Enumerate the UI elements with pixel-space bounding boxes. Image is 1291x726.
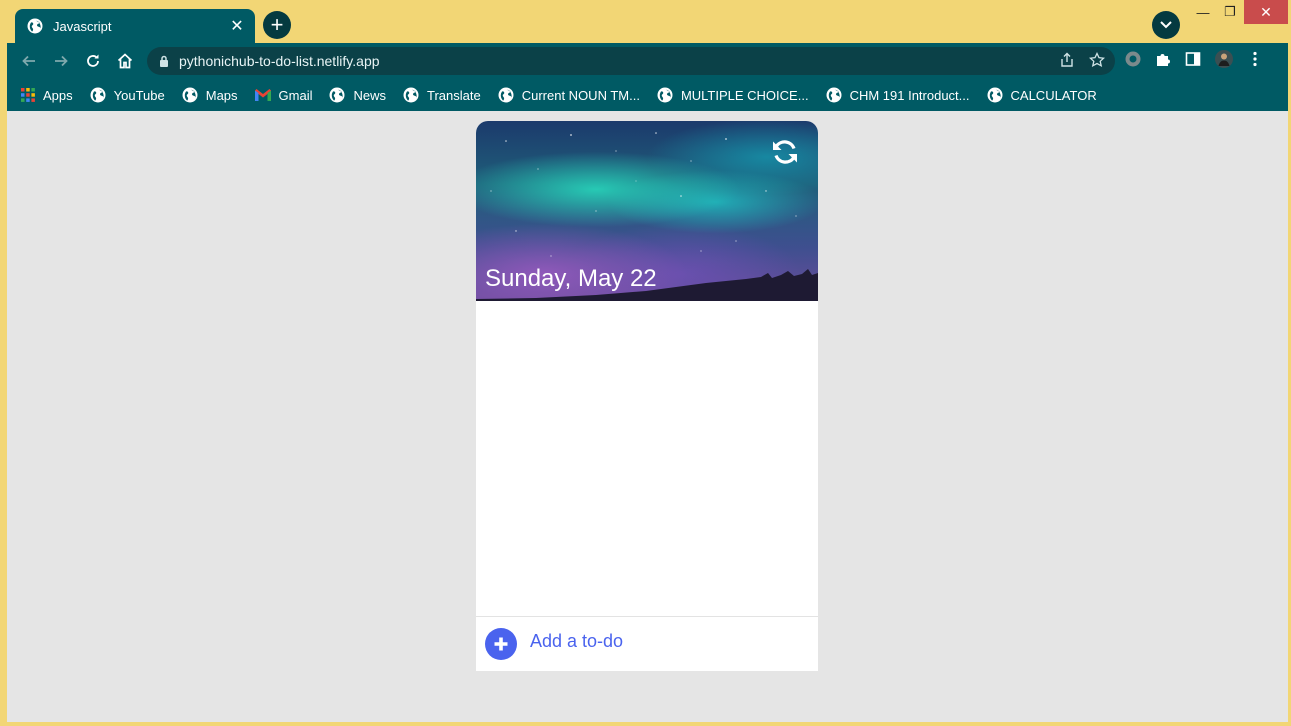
- globe-icon: [403, 87, 419, 103]
- globe-icon: [329, 87, 345, 103]
- arrow-right-icon: [55, 55, 68, 67]
- bookmark-label: MULTIPLE CHOICE...: [680, 87, 809, 103]
- home-button[interactable]: [109, 45, 141, 77]
- bookmarks-bar: Apps YouTube Maps Gmail News Translate C…: [7, 79, 1288, 111]
- tab-javascript[interactable]: Javascript ✕: [15, 9, 255, 43]
- extension-circle-icon[interactable]: [1124, 50, 1142, 68]
- reload-icon: [87, 54, 99, 67]
- globe-icon: [498, 87, 514, 103]
- bookmark-label: News: [353, 87, 386, 103]
- bookmark-multiple-choice[interactable]: MULTIPLE CHOICE...: [657, 87, 809, 103]
- bookmark-apps[interactable]: Apps: [21, 88, 73, 103]
- chevron-down-icon: [1160, 21, 1172, 29]
- globe-icon: [657, 87, 673, 103]
- add-todo-button[interactable]: [485, 628, 517, 660]
- bookmark-news[interactable]: News: [329, 87, 386, 103]
- bookmark-maps[interactable]: Maps: [182, 87, 238, 103]
- bookmark-label: CHM 191 Introduct...: [849, 87, 970, 103]
- bookmark-translate[interactable]: Translate: [403, 87, 481, 103]
- apps-grid-icon: [21, 88, 35, 102]
- globe-icon: [90, 87, 106, 103]
- plus-icon: [494, 637, 508, 651]
- new-tab-button[interactable]: +: [263, 11, 291, 39]
- back-button[interactable]: [13, 45, 45, 77]
- forward-button[interactable]: [45, 45, 77, 77]
- bookmark-label: YouTube: [113, 87, 165, 103]
- todo-list: [476, 301, 818, 616]
- share-icon[interactable]: [1059, 52, 1075, 68]
- tab-search-button[interactable]: [1152, 11, 1180, 39]
- bookmark-chm191[interactable]: CHM 191 Introduct...: [826, 87, 970, 103]
- browser-window: Javascript ✕ + — ❐ ✕ pythonichub-to-do-l…: [7, 0, 1288, 722]
- window-close-button[interactable]: ✕: [1244, 0, 1288, 24]
- add-todo-row: Add a to-do: [476, 616, 818, 671]
- bookmark-label: Translate: [427, 87, 481, 103]
- bookmark-label: Apps: [43, 87, 73, 103]
- globe-icon: [182, 87, 198, 103]
- refresh-icon[interactable]: [770, 137, 800, 167]
- globe-icon: [826, 87, 842, 103]
- reload-button[interactable]: [77, 45, 109, 77]
- star-icon[interactable]: [1089, 52, 1105, 68]
- url-text: pythonichub-to-do-list.netlify.app: [179, 53, 380, 69]
- add-todo-label[interactable]: Add a to-do: [530, 631, 623, 652]
- globe-icon: [27, 18, 43, 34]
- bookmark-label: CALCULATOR: [1010, 87, 1097, 103]
- todo-card: Sunday, May 22 Add a to-do: [476, 121, 818, 671]
- bookmark-label: Current NOUN TM...: [521, 87, 640, 103]
- bookmark-label: Maps: [205, 87, 238, 103]
- tab-close-button[interactable]: ✕: [229, 16, 245, 36]
- profile-avatar-icon[interactable]: [1214, 49, 1234, 69]
- bookmark-gmail[interactable]: Gmail: [254, 87, 313, 103]
- side-panel-icon[interactable]: [1184, 50, 1202, 68]
- home-icon: [117, 53, 133, 69]
- page-viewport: Sunday, May 22 Add a to-do: [7, 111, 1288, 722]
- gmail-icon: [254, 89, 271, 101]
- bookmark-youtube[interactable]: YouTube: [90, 87, 165, 103]
- bookmark-label: Gmail: [278, 87, 313, 103]
- header-image: Sunday, May 22: [476, 121, 818, 301]
- extension-area: [1124, 49, 1264, 69]
- bookmark-calculator[interactable]: CALCULATOR: [987, 87, 1097, 103]
- globe-icon: [987, 87, 1003, 103]
- current-date: Sunday, May 22: [485, 265, 657, 292]
- lock-icon: [160, 55, 168, 67]
- address-bar[interactable]: pythonichub-to-do-list.netlify.app: [147, 47, 1115, 75]
- bookmark-current-noun[interactable]: Current NOUN TM...: [498, 87, 640, 103]
- menu-dots-icon[interactable]: [1246, 50, 1264, 68]
- tab-strip: Javascript ✕ + — ❐ ✕: [7, 0, 1288, 43]
- browser-toolbar: pythonichub-to-do-list.netlify.app: [7, 43, 1288, 79]
- arrow-left-icon: [22, 55, 35, 67]
- tab-title: Javascript: [53, 18, 112, 34]
- puzzle-icon[interactable]: [1154, 50, 1172, 68]
